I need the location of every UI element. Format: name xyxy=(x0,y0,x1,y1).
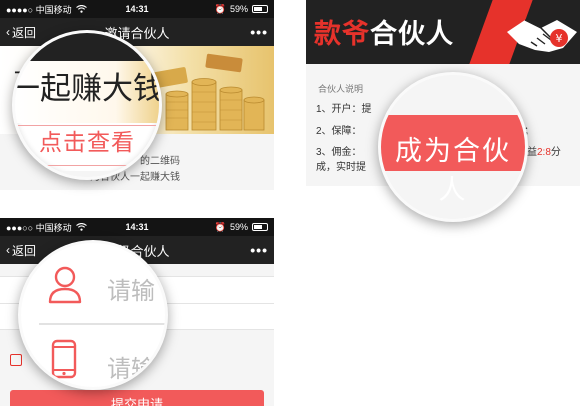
view-details-button[interactable]: 点击查看 xyxy=(39,123,135,157)
battery-icon xyxy=(252,5,268,13)
user-icon xyxy=(48,266,82,304)
clock: 14:31 xyxy=(125,222,149,232)
status-bar: ●●●●○ 中国移动 14:31 ⏰ 59% xyxy=(0,0,274,18)
chevron-left-icon: ‹ xyxy=(6,243,10,257)
rule-item: 2、保障： xyxy=(316,126,362,137)
status-bar: ●●●○○ 中国移动 14:31 ⏰ 59% xyxy=(0,218,274,236)
svg-text:¥: ¥ xyxy=(556,32,563,45)
phone-input[interactable]: 请输 xyxy=(107,349,155,384)
magnifier-view-form: 请输 请输 xyxy=(18,240,168,390)
rule-text: 1、开户：提 xyxy=(316,104,372,115)
rule-item: 成，实时提 xyxy=(316,162,366,173)
partner-header: 款爷合伙人 ¥ xyxy=(306,0,580,64)
clock: 14:31 xyxy=(125,4,149,14)
name-input[interactable]: 请输 xyxy=(107,271,155,306)
more-menu-button[interactable]: ••• xyxy=(250,242,268,258)
commission-ratio: 2:8 xyxy=(537,147,551,158)
screenshot-stage: ●●●●○ 中国移动 14:31 ⏰ 59% ‹ 返回 邀请合伙人 ••• xyxy=(0,0,580,406)
more-menu-button[interactable]: ••• xyxy=(250,24,268,40)
magnifier-view-invite: 一起赚大钱 点击查看 xyxy=(12,30,162,180)
lens-banner-headline: 一起赚大钱 xyxy=(12,71,162,106)
phone-icon xyxy=(51,339,77,379)
header-title: 款爷合伙人 xyxy=(314,12,454,51)
submit-button[interactable]: 提交申请 xyxy=(10,390,264,406)
brand-name: 款爷 xyxy=(314,19,370,49)
become-partner-label: 成为合伙人 xyxy=(395,136,511,205)
battery-icon xyxy=(252,223,268,231)
handshake-icon: ¥ xyxy=(507,19,577,52)
header-title-text: 合伙人 xyxy=(370,19,454,49)
divider xyxy=(15,165,159,166)
magnifier-view-partner: 成为合伙人 xyxy=(378,72,528,222)
rule-item: 3、佣金： xyxy=(316,147,362,158)
lens-nav-bar xyxy=(15,33,159,61)
chevron-left-icon: ‹ xyxy=(6,25,10,39)
section-label: 合伙人说明 xyxy=(318,84,364,94)
rule-item: 1、开户：提 xyxy=(316,100,372,115)
coins-image xyxy=(152,53,265,131)
form-divider xyxy=(39,323,165,325)
rule-text: 分 xyxy=(550,147,561,158)
